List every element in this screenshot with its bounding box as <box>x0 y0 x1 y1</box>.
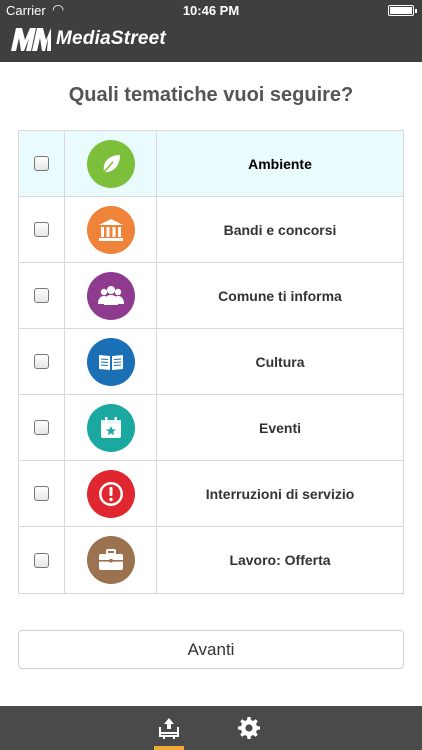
topic-checkbox[interactable] <box>34 156 49 171</box>
topic-row-ambiente[interactable]: Ambiente <box>19 131 403 197</box>
book-icon <box>86 337 135 386</box>
topic-row-cultura[interactable]: Cultura <box>19 329 403 395</box>
calendar-icon <box>86 403 135 452</box>
page-title: Quali tematiche vuoi seguire? <box>68 84 354 106</box>
topic-checkbox[interactable] <box>34 552 49 568</box>
topic-row-interruzioni[interactable]: Interruzioni di servizio <box>19 461 403 527</box>
mediastreet-logo-icon <box>11 28 51 51</box>
alert-icon <box>86 469 135 518</box>
topic-row-bandi[interactable]: Bandi e concorsi <box>19 197 403 263</box>
institution-icon <box>86 205 135 254</box>
topic-label: Bandi e concorsi <box>223 221 337 238</box>
active-tab-indicator <box>154 746 184 750</box>
tab-bar <box>0 706 422 750</box>
topic-row-lavoro[interactable]: Lavoro: Offerta <box>19 527 403 593</box>
topic-row-eventi[interactable]: Eventi <box>19 395 403 461</box>
topic-label: Cultura <box>255 353 305 370</box>
clock: 10:46 PM <box>182 3 240 18</box>
topic-row-comune[interactable]: Comune ti informa <box>19 263 403 329</box>
app-brand: MediaStreet <box>10 24 166 54</box>
brand-name: MediaStreet <box>56 28 166 49</box>
battery-icon <box>388 5 417 16</box>
topic-checkbox[interactable] <box>34 420 49 435</box>
topic-checkbox[interactable] <box>34 354 49 369</box>
main-content: Quali tematiche vuoi seguire? Ambiente B… <box>0 62 422 706</box>
tab-settings[interactable] <box>227 706 271 750</box>
topic-checkbox[interactable] <box>34 486 49 501</box>
topic-label: Ambiente <box>248 155 312 172</box>
top-bar: Carrier ◠ 10:46 PM MediaStreet <box>0 0 422 62</box>
topic-checkbox[interactable] <box>34 288 49 303</box>
topic-checkbox[interactable] <box>34 222 49 237</box>
gear-icon <box>238 717 260 739</box>
topic-label: Eventi <box>258 419 301 436</box>
topic-label: Lavoro: Offerta <box>229 552 331 568</box>
topic-label: Interruzioni di servizio <box>205 485 355 502</box>
people-icon <box>86 271 135 320</box>
next-button[interactable]: Avanti <box>18 630 404 669</box>
status-bar: Carrier ◠ 10:46 PM <box>0 0 422 22</box>
topics-icon <box>159 718 179 739</box>
tab-topics[interactable] <box>147 706 191 750</box>
topic-label: Comune ti informa <box>218 287 342 304</box>
leaf-icon <box>86 139 135 188</box>
topic-list: Ambiente Bandi e concorsi Comune ti info… <box>18 130 404 594</box>
briefcase-icon <box>86 536 135 584</box>
